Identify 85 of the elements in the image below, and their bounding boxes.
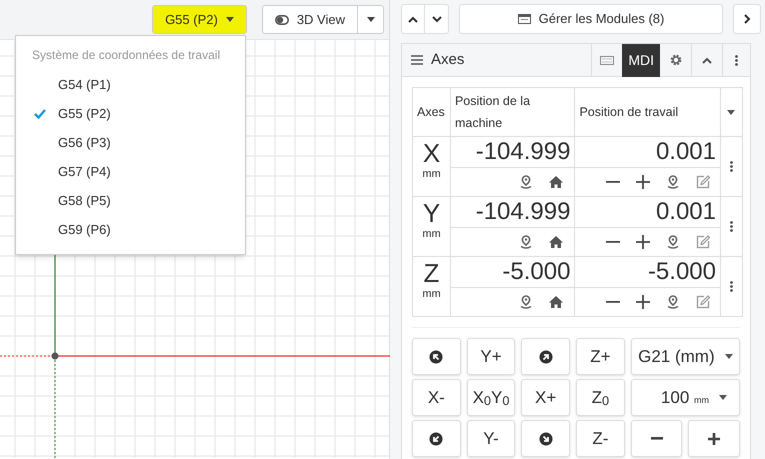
menu-icon bbox=[411, 55, 423, 65]
work-position: 0.001 bbox=[656, 138, 716, 165]
home-icon bbox=[549, 236, 564, 248]
work-position: 0.001 bbox=[656, 198, 716, 225]
edit-icon bbox=[696, 175, 710, 189]
keyboard-icon bbox=[600, 56, 614, 64]
minus-icon bbox=[606, 181, 620, 183]
next-button[interactable] bbox=[733, 4, 761, 34]
chevron-right-icon bbox=[744, 14, 750, 24]
coordinate-system-button[interactable]: G55 (P2) bbox=[152, 5, 247, 34]
axis-label: Z bbox=[422, 259, 440, 287]
caret-icon bbox=[727, 110, 735, 114]
machine-position: -104.999 bbox=[476, 138, 570, 165]
machine-position: -5.000 bbox=[502, 258, 570, 285]
column-header: Position de travail bbox=[579, 105, 678, 119]
arrow-up-right-icon bbox=[538, 350, 553, 364]
location-pin-icon bbox=[519, 175, 534, 189]
chevron-down-icon bbox=[432, 16, 442, 22]
minus-icon bbox=[606, 301, 620, 303]
location-pin-icon bbox=[666, 175, 680, 189]
unit-label: mm bbox=[421, 167, 442, 181]
caret-icon bbox=[226, 17, 234, 22]
arrow-down-left-icon bbox=[429, 432, 444, 446]
jog-button[interactable]: Z+ bbox=[576, 338, 625, 375]
jog-button[interactable]: Z- bbox=[576, 420, 625, 457]
arrow-up-left-icon bbox=[429, 350, 444, 364]
unit-label: mm bbox=[421, 287, 442, 301]
minus-icon bbox=[650, 437, 663, 440]
more-icon bbox=[730, 281, 732, 292]
more-icon bbox=[735, 54, 738, 66]
axis-label: X bbox=[422, 139, 442, 167]
edit-icon bbox=[696, 235, 710, 249]
location-pin-icon bbox=[519, 295, 534, 309]
arrow-up-left-button[interactable] bbox=[412, 338, 461, 375]
jog-button[interactable]: Z$_{0}$ bbox=[576, 379, 625, 416]
arrow-down-left-button[interactable] bbox=[412, 420, 461, 457]
mdi-tab[interactable]: MDI bbox=[622, 44, 660, 76]
menu-item[interactable]: G58 (P5) bbox=[16, 186, 245, 215]
more-icon bbox=[730, 221, 732, 232]
jog-button[interactable]: Y- bbox=[466, 420, 516, 457]
machine-position: -104.999 bbox=[476, 198, 570, 225]
caret-icon bbox=[719, 395, 728, 400]
menu-item[interactable]: G54 (P1) bbox=[16, 70, 245, 99]
home-icon bbox=[549, 176, 564, 188]
minus-icon bbox=[606, 241, 620, 243]
menu-item[interactable]: G57 (P4) bbox=[16, 157, 245, 186]
column-header: Axes bbox=[417, 105, 445, 119]
plus-icon bbox=[636, 175, 650, 189]
unit-label: mm bbox=[421, 227, 442, 241]
jog-button[interactable]: X+ bbox=[521, 379, 570, 416]
location-pin-icon bbox=[519, 235, 534, 249]
menu-item[interactable]: G55 (P2) bbox=[16, 99, 245, 128]
arrow-up-right-button[interactable] bbox=[521, 338, 570, 375]
step-size-dropdown[interactable]: 100 mm bbox=[630, 379, 740, 416]
panel-title: Axes bbox=[431, 50, 466, 70]
arrow-down-right-icon bbox=[538, 432, 553, 446]
view-button[interactable]: 3D View bbox=[262, 6, 358, 33]
work-position: -5.000 bbox=[648, 258, 716, 285]
menu-header: Système de coordonnées de travail bbox=[31, 47, 222, 64]
column-header: Position de la machine bbox=[454, 94, 530, 130]
location-pin-icon bbox=[666, 235, 680, 249]
arrow-down-right-button[interactable] bbox=[521, 420, 570, 457]
plus-icon bbox=[636, 235, 650, 249]
more-icon bbox=[730, 161, 732, 172]
chevron-up-icon bbox=[702, 56, 712, 64]
jog-button[interactable]: Y+ bbox=[466, 338, 516, 375]
jog-button[interactable]: X- bbox=[412, 379, 461, 416]
settings-icon bbox=[670, 54, 682, 66]
plus-button[interactable] bbox=[688, 420, 740, 457]
window-icon bbox=[518, 14, 531, 24]
plus-icon bbox=[708, 432, 720, 444]
chevron-up-icon bbox=[408, 16, 418, 22]
edit-icon bbox=[696, 295, 710, 309]
home-icon bbox=[549, 296, 564, 308]
toggle-icon bbox=[274, 14, 289, 24]
caret-icon bbox=[366, 17, 374, 22]
menu-item[interactable]: G59 (P6) bbox=[16, 215, 245, 244]
caret-icon bbox=[724, 354, 733, 359]
units-dropdown[interactable]: G21 (mm) bbox=[630, 338, 740, 375]
plus-icon bbox=[636, 295, 650, 309]
location-pin-icon bbox=[666, 295, 680, 309]
axis-label: Y bbox=[422, 199, 442, 227]
jog-button[interactable]: X$_{0}$Y$_{0}$ bbox=[466, 379, 516, 416]
manage-modules-button[interactable]: Gérer les Modules (8) bbox=[459, 4, 723, 34]
menu-item[interactable]: G56 (P3) bbox=[16, 128, 245, 157]
